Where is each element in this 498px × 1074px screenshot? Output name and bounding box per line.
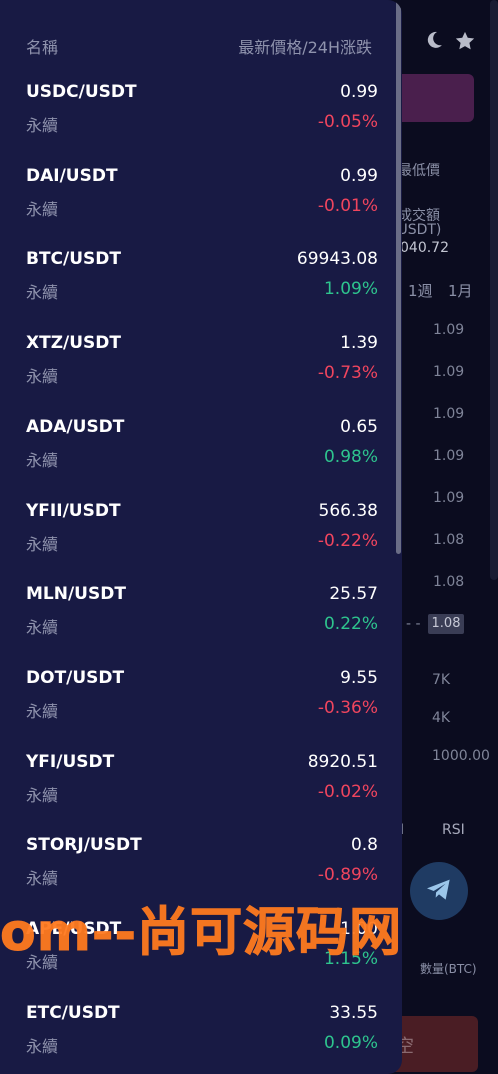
pair-change: -0.02% (317, 781, 378, 802)
pair-type: 永續 (26, 199, 59, 219)
moon-icon[interactable] (424, 30, 444, 54)
pair-row[interactable]: XTZ/USDT 1.39 永續 -0.73% (0, 333, 402, 417)
pair-symbol: DOT/USDT (26, 667, 125, 688)
pair-type: 永續 (26, 701, 59, 721)
bg-rsi-tab[interactable]: RSI (442, 822, 465, 838)
pair-row[interactable]: DAI/USDT 0.99 永續 -0.01% (0, 166, 402, 250)
bg-ladder-price: 1.09 (433, 448, 465, 464)
bg-ladder-price: 1.09 (433, 322, 465, 338)
pair-type: 永續 (26, 785, 59, 805)
pair-type: 永續 (26, 534, 59, 554)
pair-change: -0.36% (317, 697, 378, 718)
pair-symbol: YFII/USDT (26, 500, 121, 521)
bg-ladder-price: 1.09 (433, 406, 465, 422)
telegram-icon (423, 873, 455, 909)
pair-change: 0.22% (323, 614, 378, 635)
pair-price: 0.65 (340, 416, 378, 437)
pair-symbol: ETC/USDT (26, 1002, 120, 1023)
pair-row[interactable]: BTC/USDT 69943.08 永續 1.09% (0, 249, 402, 333)
pair-type: 永續 (26, 116, 59, 135)
pair-row[interactable]: YFI/USDT 8920.51 永續 -0.02% (0, 752, 402, 836)
bg-depth-label: 7K (432, 672, 451, 688)
pair-price: 33.55 (329, 1002, 378, 1023)
bg-ladder-price: 1.08 (433, 532, 465, 548)
pair-price: 0.99 (340, 82, 378, 102)
pair-change: 0.09% (323, 1032, 378, 1053)
pair-row[interactable]: MLN/USDT 25.57 永續 0.22% (0, 584, 402, 668)
pair-symbol: USDC/USDT (26, 82, 137, 102)
bg-ladder-price: 1.08 (433, 574, 465, 590)
list-header: 名稱 最新價格/24H涨跌 (0, 0, 402, 88)
pair-price: 0.8 (350, 835, 378, 856)
pair-price: 25.57 (329, 584, 378, 605)
pair-symbol: DAI/USDT (26, 165, 118, 186)
bg-action-button[interactable] (390, 74, 474, 122)
pair-symbol: ADA/USDT (26, 416, 125, 437)
bg-depth-label: 4K (432, 710, 451, 726)
bg-tab-month[interactable]: 1月 (448, 280, 473, 301)
pair-row[interactable]: USDC/USDT 0.99 永續 -0.05% (0, 82, 402, 166)
pair-type: 永續 (26, 367, 59, 387)
watermark: om--尚可源码网 (0, 903, 403, 964)
pair-change: -0.73% (317, 363, 378, 384)
bg-price-dash: - - (406, 616, 421, 632)
pair-type: 永續 (26, 618, 59, 638)
pair-row[interactable]: ADA/USDT 0.65 永續 0.98% (0, 417, 402, 501)
pair-change: 1.09% (323, 279, 378, 300)
pair-row[interactable]: ETC/USDT 33.55 永續 0.09% (0, 1003, 402, 1074)
pair-change: -0.05% (317, 112, 378, 132)
header-price-label: 最新價格/24H涨跌 (238, 38, 372, 57)
pair-change: 0.98% (323, 446, 378, 467)
pair-row[interactable]: YFII/USDT 566.38 永續 -0.22% (0, 501, 402, 585)
pair-type: 永續 (26, 1036, 59, 1056)
pair-price: 69943.08 (296, 249, 378, 270)
pair-row[interactable]: DOT/USDT 9.55 永續 -0.36% (0, 668, 402, 752)
pair-type: 永續 (26, 450, 59, 470)
bg-short-button[interactable]: 空 (390, 1016, 478, 1072)
pair-price: 9.55 (340, 667, 378, 688)
pair-change: -0.89% (317, 865, 378, 886)
bg-qty-label: 數量(BTC) (420, 962, 477, 976)
bg-ladder-price: 1.09 (433, 490, 465, 506)
pair-price: 0.99 (340, 165, 378, 186)
bg-current-price: 1.08 (428, 614, 464, 634)
pair-type: 永續 (26, 869, 59, 889)
star-icon[interactable] (454, 30, 476, 56)
bg-tab-week[interactable]: 1週 (408, 280, 433, 301)
drawer-scrollbar[interactable] (396, 0, 401, 554)
bg-volume-value: 040.72 (400, 240, 449, 256)
pair-symbol: YFI/USDT (26, 751, 115, 772)
bg-low-label: 最低價 (398, 163, 440, 179)
pair-price: 8920.51 (307, 751, 378, 772)
header-name-label: 名稱 (26, 38, 59, 57)
telegram-button[interactable] (410, 862, 468, 920)
pair-price: 1.39 (340, 333, 378, 354)
pair-type: 永續 (26, 283, 59, 303)
pair-change: -0.01% (317, 195, 378, 216)
pair-price: 566.38 (318, 500, 378, 521)
pair-change: -0.22% (317, 530, 378, 551)
pair-symbol: XTZ/USDT (26, 333, 121, 354)
bg-ladder-price: 1.09 (433, 364, 465, 380)
pair-symbol: STORJ/USDT (26, 835, 142, 856)
pair-symbol: BTC/USDT (26, 249, 121, 270)
pair-symbol: MLN/USDT (26, 584, 126, 605)
bg-scrollbar[interactable] (490, 0, 498, 580)
bg-depth-label: 1000.00 (432, 748, 490, 764)
